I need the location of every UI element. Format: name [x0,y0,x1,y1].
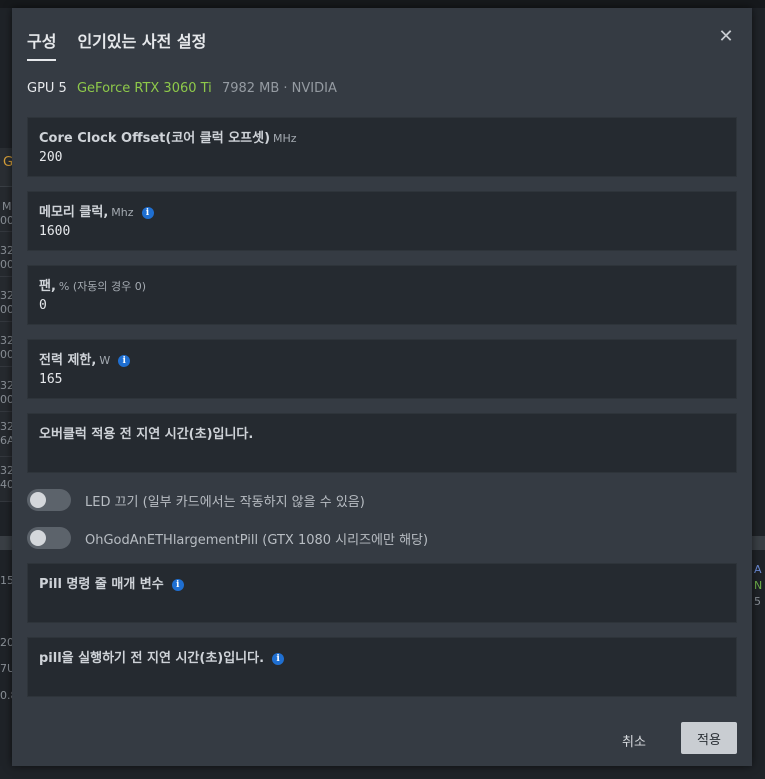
background-fragment: 00 [0,214,12,227]
gpu-header: GPU 5 GeForce RTX 3060 Ti 7982 MB · NVID… [27,81,337,96]
pill-delay-input[interactable] [39,668,719,686]
background-fragment: 5 [754,595,761,608]
background-fragment: A [754,563,762,576]
core-clock-label: Core Clock Offset(코어 클럭 오프셋) MHz [39,127,297,146]
background-fragment: 32 [0,464,12,477]
memory-clock-input[interactable] [39,222,719,240]
background-fragment: 32 [0,420,12,433]
gpu-model-name: GeForce RTX 3060 Ti [76,81,212,96]
background-fragment: 00 [0,348,12,361]
close-icon[interactable]: ✕ [716,27,736,47]
background-fragment: 32 [0,379,12,392]
apply-button[interactable]: 적용 [681,722,737,754]
fan-input[interactable] [39,296,719,314]
core-clock-label-text: Core Clock Offset(코어 클럭 오프셋) [39,131,271,146]
memory-clock-label-text: 메모리 클럭, [39,205,109,220]
power-limit-label: 전력 제한, Wi [39,349,131,368]
power-limit-input[interactable] [39,370,719,388]
info-icon[interactable]: i [118,355,131,367]
background-fragment: 7U [0,662,12,675]
tab-configuration[interactable]: 구성 [27,28,57,61]
pill-toggle-label: OhGodAnETHlargementPill (GTX 1080 시리즈에만 … [85,532,429,548]
background-fragment: 00 [0,303,12,316]
fan-unit: % (자동의 경우 0) [58,280,147,293]
core-clock-input[interactable] [39,148,719,166]
pill-toggle-row: OhGodAnETHlargementPill (GTX 1080 시리즈에만 … [27,527,428,549]
info-icon[interactable]: i [272,653,285,665]
background-fragment: 32 [0,289,12,302]
power-limit-field: 전력 제한, Wi [27,339,737,399]
cancel-button[interactable]: 취소 [618,729,650,752]
pill-toggle[interactable] [27,527,71,549]
background-fragment: 15 [0,574,12,587]
pill-delay-label-text: pill을 실행하기 전 지연 시간(초)입니다. [39,651,265,666]
background-fragment: 20 [0,636,12,649]
power-limit-unit: W [99,354,111,367]
led-off-toggle-row: LED 끄기 (일부 카드에서는 작동하지 않을 수 있음) [27,489,365,511]
gpu-memory-vendor: 7982 MB · NVIDIA [221,81,337,96]
background-fragment: 32 [0,334,12,347]
toggle-knob [30,530,46,546]
pill-delay-label: pill을 실행하기 전 지연 시간(초)입니다. i [39,647,285,666]
core-clock-unit: MHz [273,132,297,145]
background-fragment: 32 [0,244,12,257]
info-icon[interactable]: i [171,579,184,591]
background-fragment: 00 [0,393,12,406]
fan-label: 팬,% (자동의 경우 0) [39,275,146,294]
pill-args-label-text: Pill 명령 줄 매개 변수 [39,577,164,592]
led-off-toggle[interactable] [27,489,71,511]
background-fragment: 0.8 [0,689,12,702]
led-off-label: LED 끄기 (일부 카드에서는 작동하지 않을 수 있음) [85,494,365,510]
gpu-index: GPU 5 [27,81,67,96]
fan-label-text: 팬, [39,279,56,294]
pill-delay-field: pill을 실행하기 전 지연 시간(초)입니다. i [27,637,737,697]
background-fragment: 40 [0,478,12,491]
background-titlebar [0,0,765,8]
memory-clock-label: 메모리 클럭, Mhz i [39,201,154,220]
oc-delay-input[interactable] [39,444,719,462]
memory-clock-field: 메모리 클럭, Mhz i [27,191,737,251]
info-icon[interactable]: i [141,207,154,219]
background-fragment: N [754,579,763,592]
fan-field: 팬,% (자동의 경우 0) [27,265,737,325]
oc-delay-label: 오버클럭 적용 전 지연 시간(초)입니다. [39,427,254,442]
pill-args-input[interactable] [39,594,719,612]
power-limit-label-text: 전력 제한, [39,353,97,368]
background-fragment: 6A [0,434,12,447]
pill-args-label: Pill 명령 줄 매개 변수 i [39,573,184,592]
dialog-tabs: 구성 인기있는 사전 설정 [27,28,206,61]
tab-popular-presets[interactable]: 인기있는 사전 설정 [77,28,206,61]
gpu-settings-dialog: 구성 인기있는 사전 설정 ✕ GPU 5 GeForce RTX 3060 T… [12,8,752,766]
oc-delay-field: 오버클럭 적용 전 지연 시간(초)입니다. [27,413,737,473]
pill-args-field: Pill 명령 줄 매개 변수 i [27,563,737,623]
core-clock-field: Core Clock Offset(코어 클럭 오프셋) MHz [27,117,737,177]
toggle-knob [30,492,46,508]
background-fragment: 00 [0,258,12,271]
memory-clock-unit: Mhz [111,206,134,219]
